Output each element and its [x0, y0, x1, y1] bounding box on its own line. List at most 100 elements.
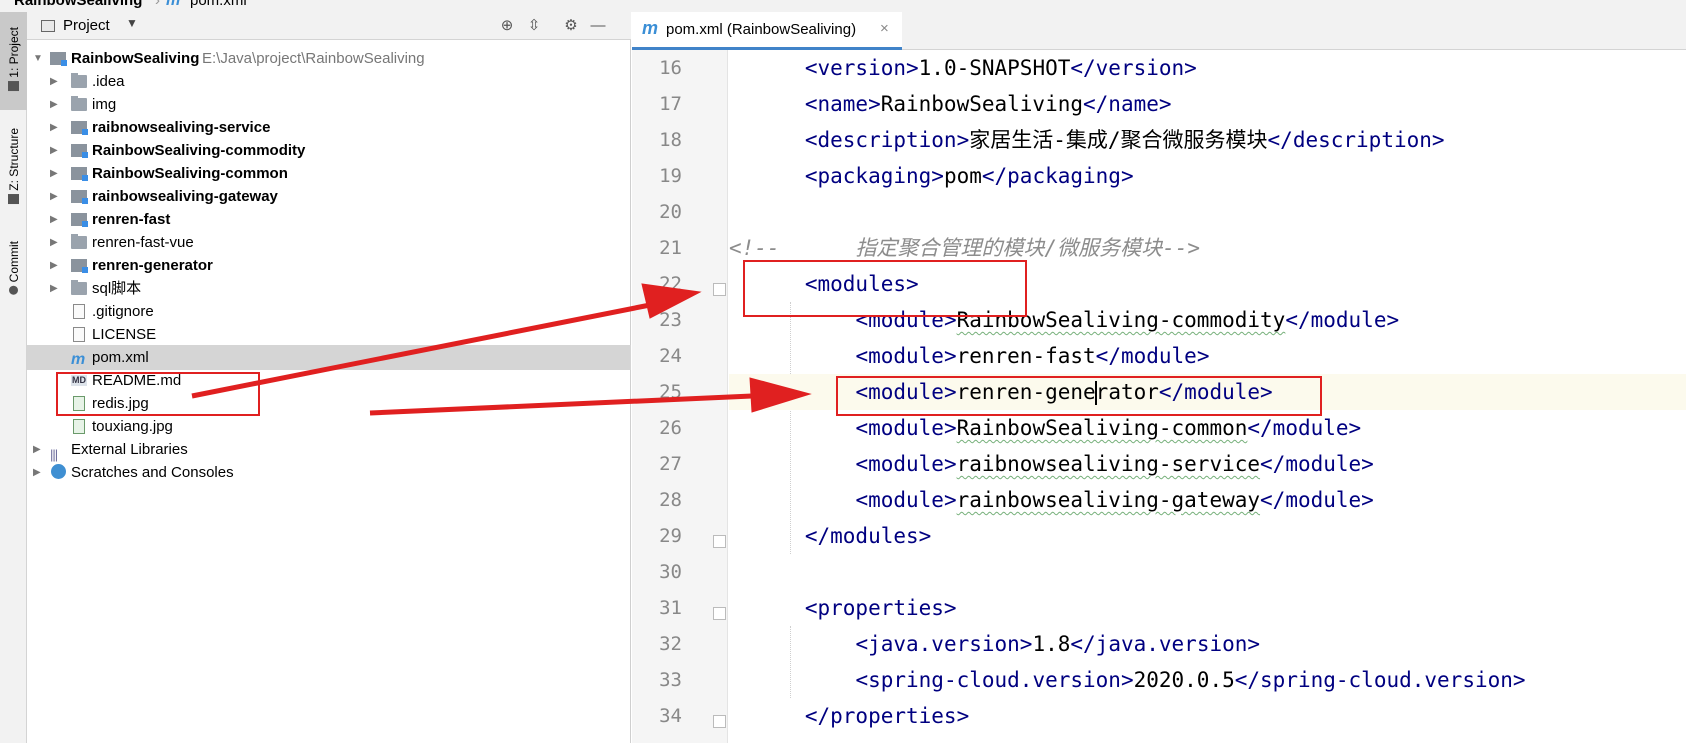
- code-line[interactable]: <packaging>pom</packaging>: [729, 158, 1686, 194]
- editor-tab-pom[interactable]: m pom.xml (RainbowSealiving) ×: [632, 12, 902, 50]
- tree-item-label: Scratches and Consoles: [71, 464, 234, 481]
- collapsed-arrow-icon[interactable]: ▶: [50, 207, 58, 232]
- tree-item-service[interactable]: ▶ raibnowsealiving-service: [27, 115, 631, 140]
- chevron-down-icon[interactable]: ▼: [126, 16, 138, 30]
- tool-window-strip: 1: Project Z: Structure Commit: [0, 12, 27, 743]
- navigation-breadcrumb: RainbowSealiving › m pom.xml: [0, 0, 1686, 12]
- project-view-icon: [41, 20, 55, 32]
- line-number: 18: [659, 129, 682, 151]
- tree-item-gateway[interactable]: ▶ rainbowsealiving-gateway: [27, 184, 631, 209]
- code-line[interactable]: [729, 554, 1686, 590]
- xml-value: RainbowSealiving-common: [956, 416, 1248, 440]
- collapsed-arrow-icon[interactable]: ▶: [50, 253, 58, 278]
- xml-tag: <java.version>: [855, 632, 1033, 656]
- xml-tag: </version>: [1070, 56, 1197, 80]
- code-line[interactable]: [729, 194, 1686, 230]
- tree-item-label: RainbowSealiving: [71, 50, 200, 67]
- fold-marker-icon[interactable]: [713, 715, 726, 728]
- collapsed-arrow-icon[interactable]: ▶: [50, 69, 58, 94]
- tree-item-renren-fast-vue[interactable]: ▶ renren-fast-vue: [27, 230, 631, 255]
- tree-item-renren-generator[interactable]: ▶ renren-generator: [27, 253, 631, 278]
- tree-item-sql[interactable]: ▶ sql脚本: [27, 276, 631, 301]
- code-line[interactable]: <spring-cloud.version>2020.0.5</spring-c…: [729, 662, 1686, 698]
- folder-icon: [71, 280, 87, 295]
- code-line[interactable]: <java.version>1.8</java.version>: [729, 626, 1686, 662]
- xml-tag: </module>: [1247, 416, 1362, 440]
- xml-tag: <packaging>: [804, 164, 944, 188]
- collapsed-arrow-icon[interactable]: ▶: [50, 276, 58, 301]
- breadcrumb-file[interactable]: pom.xml: [190, 0, 247, 10]
- breadcrumb-project[interactable]: RainbowSealiving: [14, 0, 142, 10]
- code-line[interactable]: <module>raibnowsealiving-service</module…: [729, 446, 1686, 482]
- code-line[interactable]: </properties>: [729, 698, 1686, 734]
- xml-tag: </description>: [1267, 128, 1445, 152]
- xml-value: raibnowsealiving-service: [956, 452, 1261, 476]
- expand-arrow-icon[interactable]: ▼: [33, 46, 43, 71]
- tool-tab-project[interactable]: 1: Project: [0, 12, 27, 110]
- project-panel-title[interactable]: Project: [63, 17, 110, 34]
- collapsed-arrow-icon[interactable]: ▶: [50, 92, 58, 117]
- tree-item-license[interactable]: LICENSE: [27, 322, 631, 347]
- collapsed-arrow-icon[interactable]: ▶: [50, 138, 58, 163]
- tree-item-gitignore[interactable]: .gitignore: [27, 299, 631, 324]
- folder-icon: [71, 73, 87, 88]
- line-number: 23: [659, 309, 682, 331]
- xml-tag: <version>: [804, 56, 919, 80]
- tree-item-root[interactable]: ▼ RainbowSealiving E:\Java\project\Rainb…: [27, 46, 631, 71]
- minimize-icon[interactable]: —: [588, 16, 608, 36]
- fold-marker-icon[interactable]: [713, 607, 726, 620]
- line-number: 22: [659, 273, 682, 295]
- gear-icon[interactable]: ⚙: [561, 16, 581, 36]
- tree-item-common[interactable]: ▶ RainbowSealiving-common: [27, 161, 631, 186]
- collapsed-arrow-icon[interactable]: ▶: [33, 460, 41, 485]
- code-line[interactable]: <module>renren-fast</module>: [729, 338, 1686, 374]
- code-line[interactable]: <version>1.0-SNAPSHOT</version>: [729, 50, 1686, 86]
- maven-file-icon: m: [642, 18, 659, 38]
- tool-tab-commit[interactable]: Commit: [0, 234, 27, 306]
- line-number: 27: [659, 453, 682, 475]
- line-number: 20: [659, 201, 682, 223]
- fold-marker-icon[interactable]: [713, 283, 726, 296]
- tree-item-label: raibnowsealiving-service: [92, 119, 271, 136]
- xml-value: rainbowsealiving-gateway: [956, 488, 1261, 512]
- locate-icon[interactable]: ⊕: [497, 16, 517, 36]
- collapsed-arrow-icon[interactable]: ▶: [50, 115, 58, 140]
- close-icon[interactable]: ×: [880, 20, 889, 37]
- tool-tab-structure[interactable]: Z: Structure: [0, 120, 27, 216]
- module-folder-icon: [71, 167, 88, 181]
- tool-tab-structure-label: Z: Structure: [6, 127, 21, 191]
- collapsed-arrow-icon[interactable]: ▶: [50, 184, 58, 209]
- tree-item-label: RainbowSealiving-commodity: [92, 142, 306, 159]
- xml-value: renren-fast: [956, 344, 1096, 368]
- xml-tag: <module>: [855, 452, 957, 476]
- tree-item-idea[interactable]: ▶ .idea: [27, 69, 631, 94]
- xml-tag: <properties>: [804, 596, 957, 620]
- tree-item-label: sql脚本: [92, 280, 142, 297]
- fold-marker-icon[interactable]: [713, 535, 726, 548]
- tree-item-renren-fast[interactable]: ▶ renren-fast: [27, 207, 631, 232]
- tree-item-scratches[interactable]: ▶ Scratches and Consoles: [27, 460, 631, 485]
- tree-item-touxiang[interactable]: touxiang.jpg: [27, 414, 631, 439]
- xml-tag: <module>: [855, 488, 957, 512]
- breadcrumb-separator: ›: [155, 0, 160, 9]
- collapse-all-icon[interactable]: ⇳: [524, 16, 544, 36]
- code-line[interactable]: <properties>: [729, 590, 1686, 626]
- code-line[interactable]: </modules>: [729, 518, 1686, 554]
- tree-item-pom[interactable]: m pom.xml: [27, 345, 631, 370]
- xml-tag: </module>: [1285, 308, 1400, 332]
- xml-tag: </module>: [1260, 488, 1374, 512]
- module-folder-icon: [71, 144, 88, 158]
- tree-item-commodity[interactable]: ▶ RainbowSealiving-commodity: [27, 138, 631, 163]
- collapsed-arrow-icon[interactable]: ▶: [33, 437, 41, 462]
- tree-item-external-libraries[interactable]: ▶ ||| External Libraries: [27, 437, 631, 462]
- highlight-box-modules: [743, 260, 1027, 317]
- collapsed-arrow-icon[interactable]: ▶: [50, 161, 58, 186]
- code-line[interactable]: <description>家居生活-集成/聚合微服务模块</descriptio…: [729, 122, 1686, 158]
- highlight-box-pom: [56, 372, 260, 416]
- tree-item-img[interactable]: ▶ img: [27, 92, 631, 117]
- code-line[interactable]: <name>RainbowSealiving</name>: [729, 86, 1686, 122]
- collapsed-arrow-icon[interactable]: ▶: [50, 230, 58, 255]
- code-line[interactable]: <module>rainbowsealiving-gateway</module…: [729, 482, 1686, 518]
- xml-tag: </packaging>: [981, 164, 1134, 188]
- xml-tag: <description>: [804, 128, 970, 152]
